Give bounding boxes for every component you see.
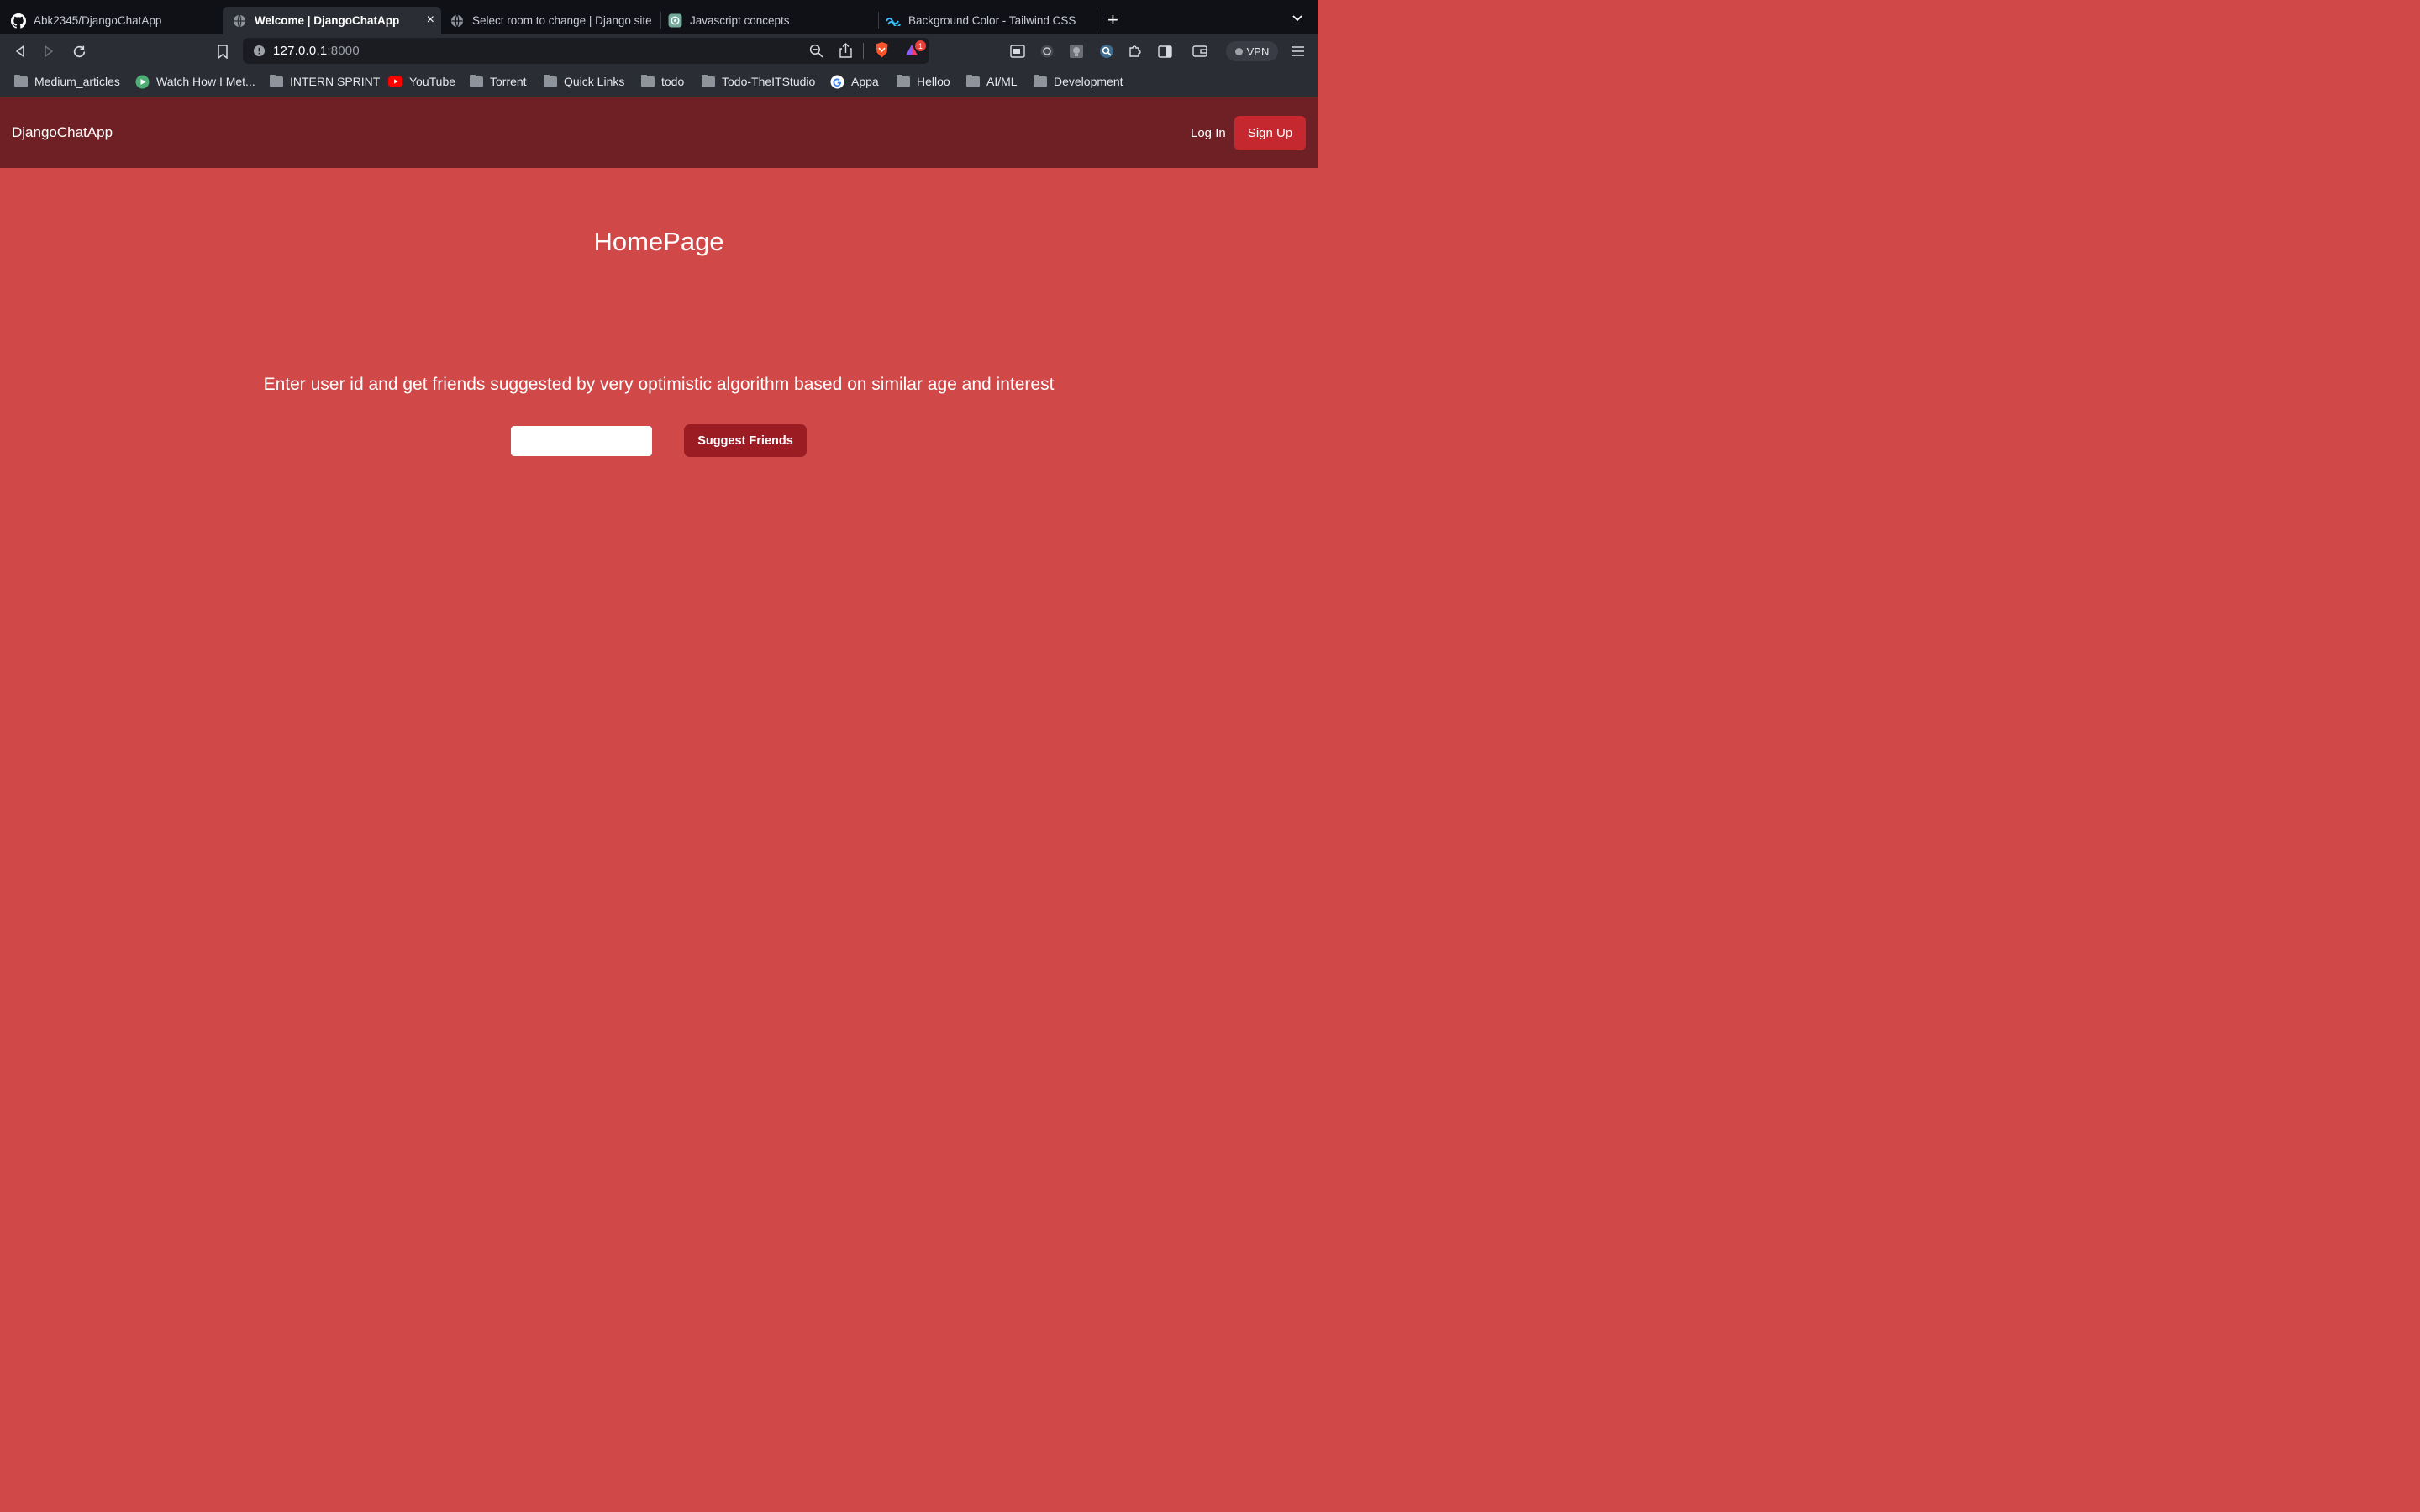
extensions-puzzle-icon[interactable] bbox=[1127, 43, 1144, 60]
suggest-friends-button[interactable]: Suggest Friends bbox=[684, 424, 807, 457]
bookmark-label: Helloo bbox=[917, 75, 950, 88]
wallet-icon[interactable] bbox=[1192, 43, 1208, 60]
share-icon[interactable] bbox=[839, 43, 852, 62]
tab-github[interactable]: Abk2345/DjangoChatApp bbox=[2, 7, 222, 34]
bookmark-quick-links[interactable]: Quick Links bbox=[543, 74, 625, 88]
bookmark-torrent[interactable]: Torrent bbox=[469, 74, 527, 88]
bookmark-label: Development bbox=[1054, 75, 1123, 88]
address-bar[interactable]: 127.0.0.1:8000 1 bbox=[243, 38, 929, 64]
tab-javascript-concepts[interactable]: Javascript concepts bbox=[658, 7, 875, 34]
bookmark-label: Appa bbox=[851, 75, 879, 88]
bookmark-label: YouTube bbox=[409, 75, 456, 88]
picture-in-picture-icon[interactable] bbox=[1009, 43, 1026, 60]
bookmark-label: AI/ML bbox=[986, 75, 1018, 88]
tab-title: Javascript concepts bbox=[690, 14, 790, 27]
play-icon bbox=[135, 75, 150, 88]
bookmark-watch-how-i-met[interactable]: Watch How I Met... bbox=[135, 75, 255, 88]
page-title: HomePage bbox=[593, 227, 724, 256]
login-link[interactable]: Log In bbox=[1191, 126, 1226, 140]
tab-title: Abk2345/DjangoChatApp bbox=[34, 14, 162, 27]
vpn-button[interactable]: VPN bbox=[1226, 41, 1278, 61]
bookmark-development[interactable]: Development bbox=[1033, 74, 1123, 88]
url-host: 127.0.0.1 bbox=[273, 44, 328, 58]
bookmark-medium-articles[interactable]: Medium_articles bbox=[13, 74, 120, 88]
youtube-icon bbox=[388, 76, 402, 88]
bookmark-intern-sprint[interactable]: INTERN SPRINT bbox=[269, 74, 381, 88]
globe-icon bbox=[232, 13, 247, 29]
extension-bulb-icon[interactable] bbox=[1068, 43, 1085, 60]
signup-button[interactable]: Sign Up bbox=[1234, 116, 1306, 150]
folder-icon bbox=[640, 74, 655, 88]
folder-icon bbox=[543, 74, 557, 88]
brave-shields-icon[interactable] bbox=[874, 41, 890, 63]
folder-icon bbox=[269, 74, 283, 88]
bookmark-label: Torrent bbox=[490, 75, 527, 88]
folder-icon bbox=[896, 74, 910, 88]
bookmark-helloo[interactable]: Helloo bbox=[896, 74, 950, 88]
browser-toolbar: 127.0.0.1:8000 1 VPN bbox=[0, 34, 1318, 69]
site-navbar: DjangoChatApp Log In Sign Up bbox=[0, 97, 1318, 168]
folder-icon bbox=[13, 74, 28, 88]
tailwind-icon bbox=[886, 13, 901, 29]
back-icon[interactable] bbox=[12, 43, 29, 60]
folder-icon bbox=[1033, 74, 1047, 88]
folder-icon bbox=[469, 74, 483, 88]
tab-welcome-active[interactable]: Welcome | DjangoChatApp × bbox=[223, 7, 441, 34]
site-info-icon[interactable] bbox=[253, 45, 266, 61]
bookmarks-bar: Medium_articles Watch How I Met... INTER… bbox=[0, 69, 1318, 97]
bookmark-appa[interactable]: Appa bbox=[830, 75, 879, 88]
tab-tailwind[interactable]: Background Color - Tailwind CSS bbox=[876, 7, 1097, 34]
url-text: 127.0.0.1:8000 bbox=[273, 44, 360, 58]
globe-icon bbox=[450, 13, 465, 29]
bookmark-label: Quick Links bbox=[564, 75, 625, 88]
bookmark-label: INTERN SPRINT bbox=[290, 75, 381, 88]
chatgpt-extension-icon[interactable] bbox=[1039, 43, 1055, 60]
bookmark-ai-ml[interactable]: AI/ML bbox=[965, 74, 1018, 88]
menu-hamburger-icon[interactable] bbox=[1289, 43, 1306, 60]
vpn-label: VPN bbox=[1246, 45, 1270, 58]
bookmark-todo-theitstudio[interactable]: Todo-TheITStudio bbox=[701, 74, 816, 88]
url-port: :8000 bbox=[327, 44, 360, 58]
zoom-out-icon[interactable] bbox=[809, 44, 823, 62]
address-divider bbox=[863, 43, 864, 59]
bookmark-label: Todo-TheITStudio bbox=[722, 75, 816, 88]
bookmark-label: Watch How I Met... bbox=[156, 75, 255, 88]
vpn-status-icon bbox=[1234, 47, 1243, 55]
chatgpt-icon bbox=[667, 13, 682, 29]
tab-title: Welcome | DjangoChatApp bbox=[255, 14, 400, 27]
site-brand[interactable]: DjangoChatApp bbox=[12, 124, 113, 141]
tab-title: Background Color - Tailwind CSS bbox=[908, 14, 1076, 27]
google-icon bbox=[830, 75, 844, 88]
bookmark-todo[interactable]: todo bbox=[640, 74, 685, 88]
tab-django-admin[interactable]: Select room to change | Django site bbox=[440, 7, 657, 34]
close-tab-icon[interactable]: × bbox=[427, 13, 434, 28]
user-id-input[interactable] bbox=[511, 426, 652, 456]
bookmark-label: todo bbox=[661, 75, 685, 88]
sidebar-toggle-icon[interactable] bbox=[1156, 43, 1173, 60]
github-icon bbox=[11, 13, 26, 29]
folder-icon bbox=[965, 74, 980, 88]
page-description: Enter user id and get friends suggested … bbox=[263, 375, 1055, 394]
bookmark-label: Medium_articles bbox=[34, 75, 120, 88]
folder-icon bbox=[701, 74, 715, 88]
bookmark-icon[interactable] bbox=[214, 43, 231, 60]
new-tab-button[interactable]: + bbox=[1107, 10, 1118, 30]
bookmark-youtube[interactable]: YouTube bbox=[388, 75, 455, 88]
notification-badge: 1 bbox=[915, 40, 926, 51]
reload-icon[interactable] bbox=[71, 43, 87, 60]
tab-title: Select room to change | Django site bbox=[472, 14, 652, 27]
forward-icon[interactable] bbox=[40, 43, 57, 60]
tab-list-chevron-icon[interactable] bbox=[1292, 12, 1303, 28]
search-extension-icon[interactable] bbox=[1098, 43, 1115, 60]
